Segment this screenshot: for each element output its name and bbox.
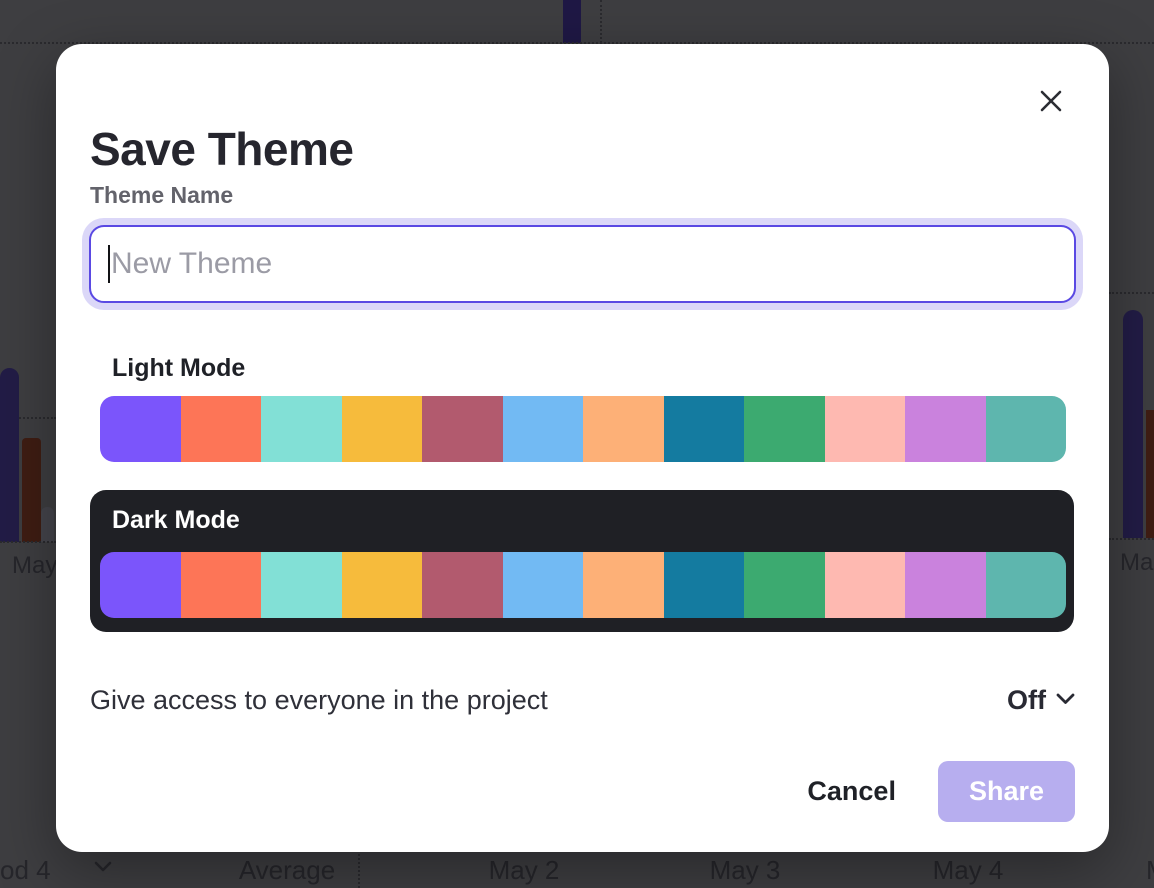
color-swatch [664,396,745,462]
access-label: Give access to everyone in the project [90,685,548,716]
theme-name-focus-ring [82,218,1083,310]
cancel-button[interactable]: Cancel [807,776,896,807]
color-swatch [825,396,906,462]
color-swatch [986,552,1067,618]
color-swatch [503,552,584,618]
color-swatch [583,552,664,618]
text-caret [108,245,110,283]
share-button[interactable]: Share [938,761,1075,822]
gridline [0,541,56,543]
color-swatch [422,396,503,462]
color-swatch [905,552,986,618]
backdrop-month-label: May [12,552,57,580]
axis-label-may2: May 2 [489,855,560,886]
access-row: Give access to everyone in the project O… [90,680,1075,720]
backdrop-bar [41,507,54,542]
color-swatch [744,396,825,462]
close-button[interactable] [1035,86,1067,118]
chevron-down-icon [94,861,112,873]
access-dropdown[interactable]: Off [1007,685,1075,716]
backdrop-bar [1123,310,1143,538]
axis-label-may3: May 3 [710,855,781,886]
dark-mode-palette [100,552,1066,618]
backdrop-bar [563,0,581,43]
dark-mode-card: Dark Mode [90,490,1074,632]
backdrop-bar [22,438,41,542]
color-swatch [905,396,986,462]
dark-mode-label: Dark Mode [112,506,240,535]
axis-label-average: Average [239,855,335,886]
color-swatch [825,552,906,618]
color-swatch [986,396,1067,462]
color-swatch [503,396,584,462]
color-swatch [100,396,181,462]
gridline [1109,538,1154,540]
gridline [600,0,602,43]
color-swatch [342,396,423,462]
color-swatch [583,396,664,462]
backdrop-month-label: Ma [1120,549,1153,577]
color-swatch [100,552,181,618]
color-swatch [261,396,342,462]
dialog-actions: Cancel Share [807,761,1075,822]
backdrop-bar [1146,410,1154,538]
color-swatch [261,552,342,618]
theme-name-input[interactable] [89,225,1076,303]
color-swatch [744,552,825,618]
axis-label-may4: May 4 [933,855,1004,886]
gridline [1109,292,1154,294]
close-icon [1037,87,1065,118]
color-swatch [422,552,503,618]
color-swatch [181,552,262,618]
axis-label-period: od 4 [0,855,51,886]
dialog-title: Save Theme [90,122,353,176]
axis-label-clipped: M [1146,855,1154,886]
chevron-down-icon [1056,693,1075,708]
color-swatch [664,552,745,618]
light-mode-palette [100,396,1066,462]
color-swatch [181,396,262,462]
backdrop-bar [0,368,19,542]
theme-name-label: Theme Name [90,182,233,209]
color-swatch [342,552,423,618]
gridline [358,850,360,888]
access-dropdown-value: Off [1007,685,1046,716]
light-mode-label: Light Mode [112,354,245,383]
save-theme-dialog: Save Theme Theme Name Light Mode Dark Mo… [56,44,1109,852]
